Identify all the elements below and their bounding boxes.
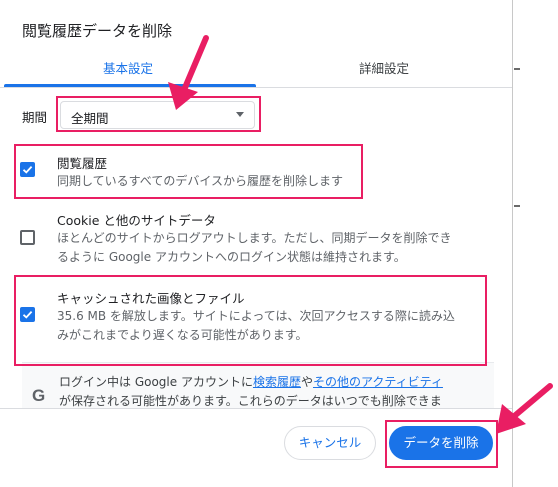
footer-divider bbox=[0, 408, 512, 409]
cache-title: キャッシュされた画像とファイル bbox=[57, 291, 245, 306]
cookies-description-line2: るように Google アカウントへのログイン状態は維持されます。 bbox=[57, 250, 406, 264]
tab-divider bbox=[0, 87, 512, 88]
period-label: 期間 bbox=[22, 110, 48, 125]
info-line-1: ログイン中は Google アカウントに検索履歴やその他のアクティビティ bbox=[59, 373, 443, 390]
history-checkbox[interactable] bbox=[20, 162, 35, 177]
tab-basic[interactable]: 基本設定 bbox=[0, 58, 256, 82]
checkmark-icon bbox=[22, 165, 33, 174]
cookies-title: Cookie と他のサイトデータ bbox=[57, 213, 216, 228]
info-text: や bbox=[300, 375, 313, 389]
cache-description-line1: 35.6 MB を解放します。サイトによっては、次回アクセスする際に読み込 bbox=[57, 309, 455, 323]
period-value: 全期間 bbox=[71, 111, 109, 126]
cache-description-line2: みがこれまでより遅くなる可能性があります。 bbox=[57, 328, 308, 342]
history-title: 閲覧履歴 bbox=[57, 156, 108, 171]
backdrop-divider bbox=[512, 0, 513, 487]
backdrop-mark bbox=[514, 68, 520, 70]
dropdown-arrow-icon bbox=[236, 112, 244, 117]
tab-advanced[interactable]: 詳細設定 bbox=[256, 58, 512, 82]
google-g-icon: G bbox=[32, 386, 46, 405]
clear-data-button[interactable]: データを削除 bbox=[389, 426, 493, 460]
checkmark-icon bbox=[22, 310, 33, 319]
clear-browsing-data-dialog: 閲覧履歴データを削除 基本設定 詳細設定 期間 全期間 閲覧履歴 同期しているす… bbox=[0, 0, 512, 487]
dialog-title: 閲覧履歴データを削除 bbox=[22, 22, 173, 40]
backdrop-mark bbox=[514, 205, 520, 207]
info-line-2: が保存される可能性があります。これらのデータはいつでも削除できま bbox=[59, 394, 442, 408]
info-text: ログイン中は Google アカウントに bbox=[59, 375, 253, 389]
search-history-link[interactable]: 検索履歴 bbox=[253, 375, 301, 389]
cancel-button[interactable]: キャンセル bbox=[284, 426, 376, 460]
period-select[interactable]: 全期間 bbox=[60, 101, 255, 129]
cookies-checkbox[interactable] bbox=[20, 230, 35, 245]
other-activity-link[interactable]: その他のアクティビティ bbox=[313, 375, 443, 389]
cookies-description-line1: ほとんどのサイトからログアウトします。ただし、同期データを削除でき bbox=[57, 231, 452, 245]
cache-checkbox[interactable] bbox=[20, 307, 35, 322]
history-description: 同期しているすべてのデバイスから履歴を削除します bbox=[57, 174, 343, 188]
